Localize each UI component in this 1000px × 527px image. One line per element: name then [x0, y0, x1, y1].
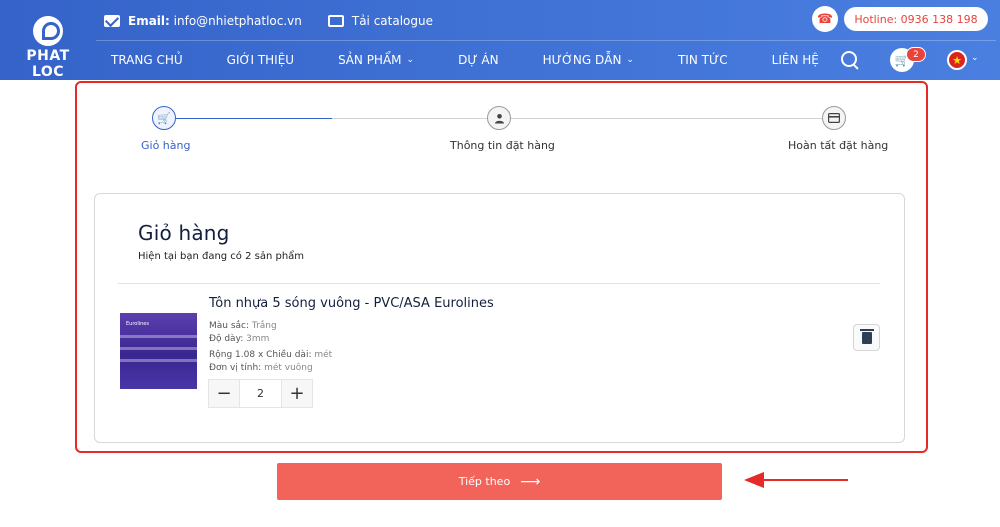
nav-item-home[interactable]: TRANG CHỦ — [111, 53, 183, 67]
step-track-line — [332, 118, 822, 119]
step-label-info: Thông tin đặt hàng — [450, 139, 555, 152]
nav-item-projects[interactable]: DỰ ÁN — [458, 53, 499, 67]
product-attr-thickness: Độ dày: 3mm — [209, 334, 270, 344]
topbar: Email: info@nhietphatloc.vn Tải catalogu… — [104, 10, 433, 32]
logo-icon — [33, 16, 63, 46]
phone-icon: ☎ — [812, 6, 838, 32]
step-progress-line — [176, 118, 332, 119]
hotline-label: Hotline: 0936 138 198 — [844, 7, 988, 31]
mail-icon — [104, 15, 120, 27]
quantity-stepper: − 2 + — [208, 379, 313, 408]
remove-item-button[interactable] — [853, 324, 880, 351]
catalogue-icon — [327, 15, 344, 27]
chevron-down-icon: ⌄ — [626, 55, 634, 65]
step-cart-icon: 🛒 — [152, 106, 176, 130]
nav-item-products[interactable]: SẢN PHẨM ⌄ — [338, 53, 414, 67]
nav-item-contact[interactable]: LIÊN HỆ — [772, 53, 819, 67]
quantity-input[interactable]: 2 — [239, 380, 282, 407]
cart-title: Giỏ hàng — [138, 221, 230, 245]
nav-item-news[interactable]: TIN TỨC — [678, 53, 728, 67]
logo[interactable]: PHAT LOC PHAT LOC HEAT MATERIALS CO., LT… — [8, 16, 88, 86]
product-attr-unit: Đơn vị tính: mét vuông — [209, 363, 313, 373]
decrease-quantity-button[interactable]: − — [209, 380, 239, 407]
logo-text: PHAT LOC — [26, 48, 70, 80]
step-card-icon — [822, 106, 846, 130]
cart-subtitle: Hiện tại bạn đang có 2 sản phẩm — [138, 251, 305, 262]
product-image[interactable]: Eurolines — [120, 313, 197, 389]
email-link[interactable]: Email: info@nhietphatloc.vn — [128, 14, 302, 28]
site-header: PHAT LOC PHAT LOC HEAT MATERIALS CO., LT… — [0, 0, 1000, 86]
chevron-down-icon[interactable]: ⌄ — [971, 53, 979, 63]
step-label-cart: Giỏ hàng — [141, 139, 191, 152]
search-icon[interactable] — [840, 50, 860, 70]
catalogue-link[interactable]: Tải catalogue — [327, 14, 433, 28]
product-attr-size: Rộng 1.08 x Chiều dài: mét — [209, 350, 333, 360]
step-label-complete: Hoàn tất đặt hàng — [788, 139, 889, 152]
nav-divider — [96, 40, 996, 41]
chevron-down-icon: ⌄ — [406, 55, 415, 65]
main-nav: TRANG CHỦ GIỚI THIỆU SẢN PHẨM ⌄ DỰ ÁN HƯỚ… — [96, 48, 819, 72]
vietnam-flag-icon[interactable]: ★ — [947, 50, 967, 70]
step-user-icon — [487, 106, 511, 130]
product-image-label: Eurolines — [126, 321, 149, 327]
arrow-right-icon: ⟶ — [520, 473, 541, 490]
nav-item-about[interactable]: GIỚI THIỆU — [227, 53, 294, 67]
hotline[interactable]: ☎ Hotline: 0936 138 198 — [812, 6, 988, 32]
annotation-arrow-icon — [744, 472, 848, 488]
nav-item-guides[interactable]: HƯỚNG DẪN ⌄ — [543, 53, 634, 67]
cart-count-badge: 2 — [906, 47, 926, 62]
page: PHAT LOC PHAT LOC HEAT MATERIALS CO., LT… — [0, 0, 1000, 527]
trash-icon — [859, 328, 874, 344]
product-attr-color: Màu sắc: Trắng — [209, 321, 277, 331]
divider — [118, 283, 880, 284]
increase-quantity-button[interactable]: + — [282, 380, 312, 407]
product-name[interactable]: Tôn nhựa 5 sóng vuông - PVC/ASA Euroline… — [209, 296, 494, 311]
next-button[interactable]: Tiếp theo ⟶ — [277, 463, 722, 500]
